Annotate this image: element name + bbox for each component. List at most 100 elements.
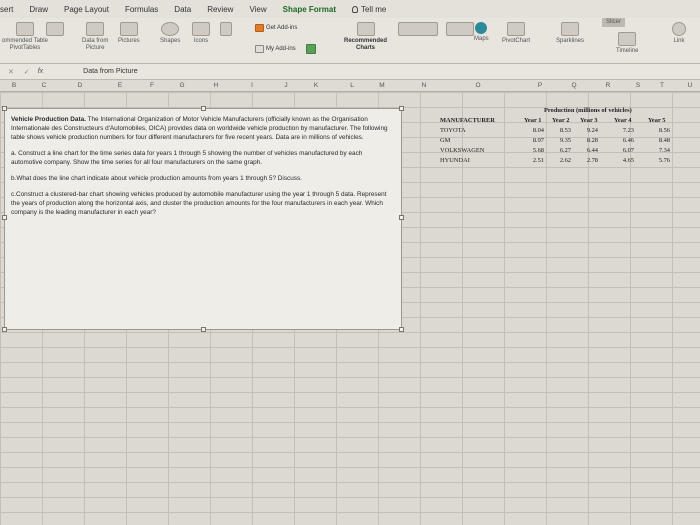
column-header[interactable]: O: [468, 82, 488, 89]
shapes-button[interactable]: Shapes: [160, 22, 180, 45]
tell-me-search[interactable]: Tell me: [351, 4, 387, 14]
column-header[interactable]: E: [110, 82, 130, 89]
tab-page-layout[interactable]: Page Layout: [64, 5, 109, 14]
data-from-picture-button[interactable]: Data from Picture: [82, 22, 108, 52]
globe-icon: [475, 22, 488, 34]
sparklines-button[interactable]: Sparklines: [556, 22, 584, 45]
manufacturer-name: TOYOTA: [440, 127, 466, 134]
lightbulb-icon: [351, 5, 358, 13]
column-header[interactable]: D: [70, 82, 90, 89]
resize-handle[interactable]: [201, 106, 206, 111]
year-header: Year 2: [552, 117, 570, 124]
intro-paragraph: Vehicle Production Data. The Internation…: [11, 115, 395, 142]
column-header[interactable]: N: [414, 82, 434, 89]
resize-handle[interactable]: [2, 106, 7, 111]
combo-chart-icon: [446, 22, 474, 36]
resize-handle[interactable]: [399, 106, 404, 111]
column-chart-icon: [398, 22, 438, 36]
timeline-button[interactable]: Timeline: [616, 32, 638, 55]
more-charts-group[interactable]: [446, 22, 474, 38]
column-header[interactable]: J: [276, 82, 296, 89]
link-icon: [672, 22, 686, 36]
maps-button[interactable]: Maps: [474, 22, 489, 43]
3d-models-button[interactable]: [220, 22, 232, 38]
table-cell: 6.46: [622, 137, 634, 144]
table-cell: 8.56: [658, 127, 670, 134]
my-addins-label: My Add-ins: [266, 46, 296, 52]
pivotchart-button[interactable]: PivotChart: [502, 22, 530, 45]
tab-review[interactable]: Review: [207, 5, 233, 14]
column-header[interactable]: S: [628, 82, 648, 89]
recommended-pivottables-button[interactable]: ommended Table PivotTables: [2, 22, 48, 52]
column-header[interactable]: L: [342, 82, 362, 89]
recommended-charts-button[interactable]: Recommended Charts: [344, 22, 387, 52]
table-cell: 6.07: [622, 147, 634, 154]
link-button[interactable]: Link: [672, 22, 686, 45]
table-button[interactable]: [46, 22, 64, 38]
intro-title: Vehicle Production Data.: [11, 116, 86, 123]
timeline-label: Timeline: [616, 48, 639, 54]
manufacturer-name: VOLKSWAGEN: [440, 147, 485, 154]
formula-bar: ✕ ✓ fx Data from Picture: [0, 64, 700, 80]
column-header[interactable]: M: [372, 82, 392, 89]
pivotchart-label: PivotChart: [502, 38, 531, 44]
my-addins-button[interactable]: My Add-ins: [255, 44, 316, 54]
tab-draw[interactable]: Draw: [29, 5, 48, 14]
icons-button[interactable]: Icons: [192, 22, 210, 45]
resize-handle[interactable]: [399, 215, 404, 220]
chart-icon: [356, 22, 375, 36]
tab-view[interactable]: View: [249, 5, 266, 14]
table-cell: 9.35: [559, 137, 571, 144]
column-header[interactable]: B: [4, 82, 24, 89]
year-header: Year 1: [524, 117, 542, 124]
pictures-icon: [119, 22, 138, 36]
column-header[interactable]: H: [206, 82, 226, 89]
problem-text-box[interactable]: Vehicle Production Data. The Internation…: [2, 106, 404, 332]
table-cell: 8.53: [559, 127, 571, 134]
chart-types-group[interactable]: [398, 22, 438, 38]
year-header: Year 4: [614, 117, 632, 124]
get-addins-button[interactable]: Get Add-ins: [255, 24, 297, 32]
year-header: Year 3: [580, 117, 598, 124]
resize-handle[interactable]: [2, 327, 7, 332]
data-from-picture-label: Data from Picture: [82, 38, 109, 51]
resize-handle[interactable]: [2, 215, 7, 220]
shapes-label: Shapes: [160, 38, 181, 44]
table-title: Production (millions of vehicles): [544, 107, 632, 114]
column-header[interactable]: F: [142, 82, 162, 89]
column-header[interactable]: I: [242, 82, 262, 89]
tab-shape-format[interactable]: Shape Format: [283, 5, 336, 14]
table-cell: 9.24: [586, 127, 598, 134]
insert-function-button[interactable]: fx: [38, 68, 43, 75]
table-cell: 6.27: [559, 147, 571, 154]
manufacturer-header: MANUFACTURER: [440, 117, 495, 124]
column-header[interactable]: R: [598, 82, 618, 89]
column-header[interactable]: U: [680, 82, 700, 89]
column-header[interactable]: C: [34, 82, 54, 89]
table-cell: 8.48: [658, 137, 670, 144]
tab-insert[interactable]: sert: [0, 5, 13, 14]
tab-formulas[interactable]: Formulas: [125, 5, 158, 14]
part-a-text: a. Construct a line chart for the time s…: [11, 150, 363, 166]
tab-data[interactable]: Data: [174, 5, 191, 14]
resize-handle[interactable]: [399, 327, 404, 332]
column-header[interactable]: K: [306, 82, 326, 89]
column-header[interactable]: Q: [564, 82, 584, 89]
manufacturer-name: GM: [440, 137, 451, 144]
column-header[interactable]: P: [530, 82, 550, 89]
table-cell: 2.78: [586, 157, 598, 164]
manufacturer-name: HYUNDAI: [440, 157, 470, 164]
slicer-button[interactable]: Slicer: [602, 18, 626, 27]
ribbon-tab-bar: sert Draw Page Layout Formulas Data Revi…: [0, 0, 700, 18]
column-header[interactable]: G: [172, 82, 192, 89]
resize-handle[interactable]: [201, 327, 206, 332]
slicer-label: Slicer: [602, 18, 626, 27]
formula-input[interactable]: Data from Picture: [83, 68, 137, 75]
column-header[interactable]: T: [652, 82, 672, 89]
table-cell: 8.97: [532, 137, 544, 144]
pictures-button[interactable]: Pictures: [118, 22, 140, 45]
sparklines-icon: [561, 22, 579, 36]
table-cell: 5.76: [658, 157, 670, 164]
tell-me-label: Tell me: [360, 4, 387, 14]
cancel-confirm-icons[interactable]: ✕ ✓: [8, 68, 34, 76]
